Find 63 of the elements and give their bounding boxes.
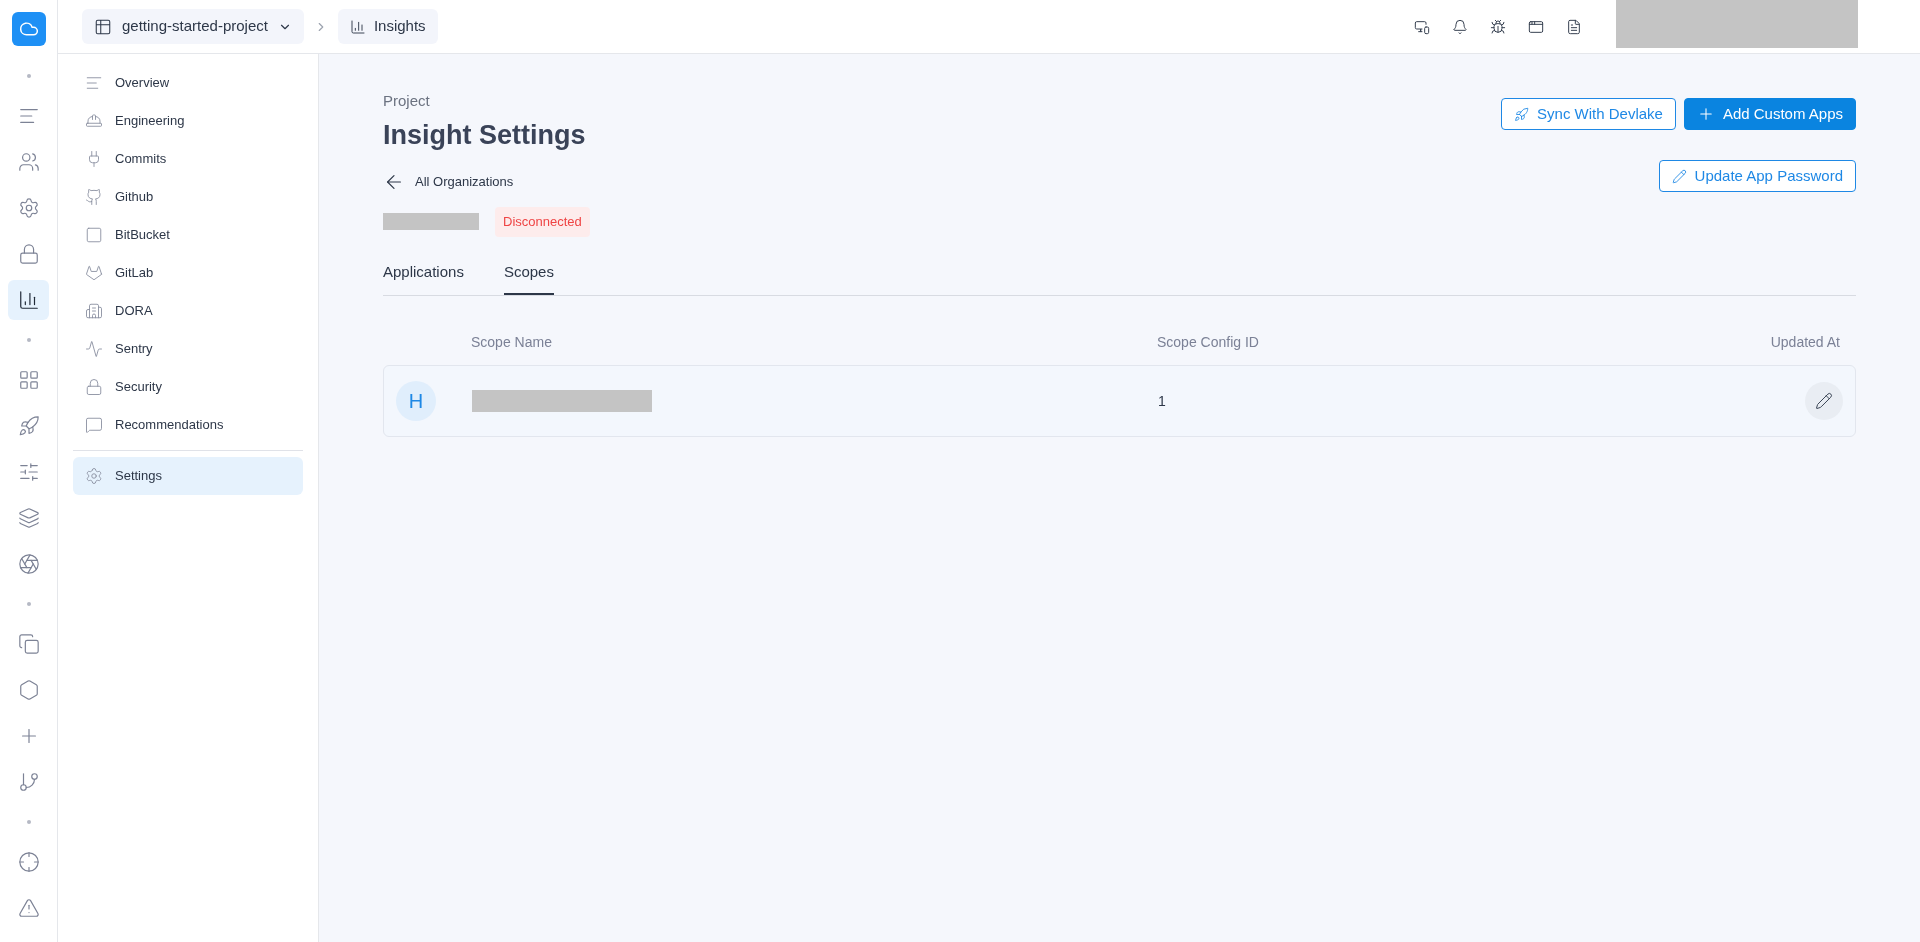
sidebar-item[interactable]: Sentry (73, 330, 303, 368)
sidebar-item[interactable]: Commits (73, 140, 303, 178)
activity-icon (85, 340, 103, 358)
lock-icon (85, 378, 103, 396)
tab[interactable]: Applications (383, 260, 464, 295)
column-header: Scope Config ID (1157, 333, 1260, 352)
pencil-icon (1815, 392, 1833, 410)
settings-icon (17, 197, 40, 219)
table-cell-text: 1 (1158, 391, 1167, 411)
status-badge: Disconnected (495, 207, 590, 237)
users-icon (17, 151, 40, 173)
sidebar-item[interactable]: Engineering (73, 102, 303, 140)
sidebar-item[interactable]: Settings (73, 457, 303, 495)
sidebar-item[interactable]: GitLab (73, 254, 303, 292)
message-icon (85, 416, 103, 434)
sidebar-item[interactable]: Recommendations (73, 406, 303, 444)
gitlab-icon (85, 264, 103, 282)
crosshair-icon (17, 851, 40, 873)
monitor-icon[interactable] (1414, 18, 1430, 35)
settings-icon (85, 467, 103, 485)
sidebar-item[interactable]: Security (73, 368, 303, 406)
update-password-button[interactable]: Update App Password (1658, 160, 1856, 192)
project-selector[interactable]: getting-started-project (82, 9, 304, 44)
bucket-icon (85, 226, 103, 244)
edit-button[interactable] (1805, 382, 1843, 420)
git-branch-icon (17, 771, 40, 793)
layers-icon (17, 507, 40, 529)
rocket-icon (1514, 106, 1530, 122)
window-icon[interactable] (1528, 18, 1544, 35)
page-title: Insight Settings (383, 118, 587, 152)
aperture-icon (17, 553, 40, 575)
copy-icon (17, 633, 40, 655)
github-icon (85, 188, 103, 206)
back-link[interactable]: All Organizations (383, 171, 590, 193)
bar-chart-icon (17, 289, 40, 311)
pencil-icon (1671, 168, 1687, 184)
sidebar-item[interactable]: Github (73, 178, 303, 216)
eyebrow-label: Project (383, 91, 431, 111)
breadcrumb-chip[interactable]: Insights (337, 9, 438, 44)
column-header: Updated At (1769, 333, 1840, 352)
lock-icon (17, 243, 40, 265)
table-icon (94, 17, 112, 36)
sidebar-item[interactable]: Overview (73, 64, 303, 102)
building-icon (85, 302, 103, 320)
bell-icon[interactable] (1452, 18, 1468, 35)
logo-icon[interactable] (11, 12, 46, 46)
document-icon[interactable] (1566, 18, 1582, 35)
bug-icon[interactable] (1490, 18, 1506, 35)
rocket-icon (17, 415, 40, 437)
tab[interactable]: Scopes (503, 260, 554, 295)
bar-chart-icon (349, 18, 366, 35)
action-button[interactable]: Add Custom Apps (1683, 98, 1856, 130)
warning-icon (17, 897, 40, 919)
sidebar-item[interactable]: BitBucket (73, 216, 303, 254)
lines-icon (85, 74, 103, 92)
helmet-icon (85, 112, 103, 130)
action-button[interactable]: Sync With Devlake (1501, 98, 1676, 130)
sidebar-item[interactable]: DORA (73, 292, 303, 330)
rail-button[interactable] (8, 280, 49, 320)
column-header: Scope Name (471, 333, 553, 352)
sliders-icon (17, 461, 40, 483)
hexagon-icon (17, 679, 40, 701)
grid-icon (17, 369, 40, 391)
